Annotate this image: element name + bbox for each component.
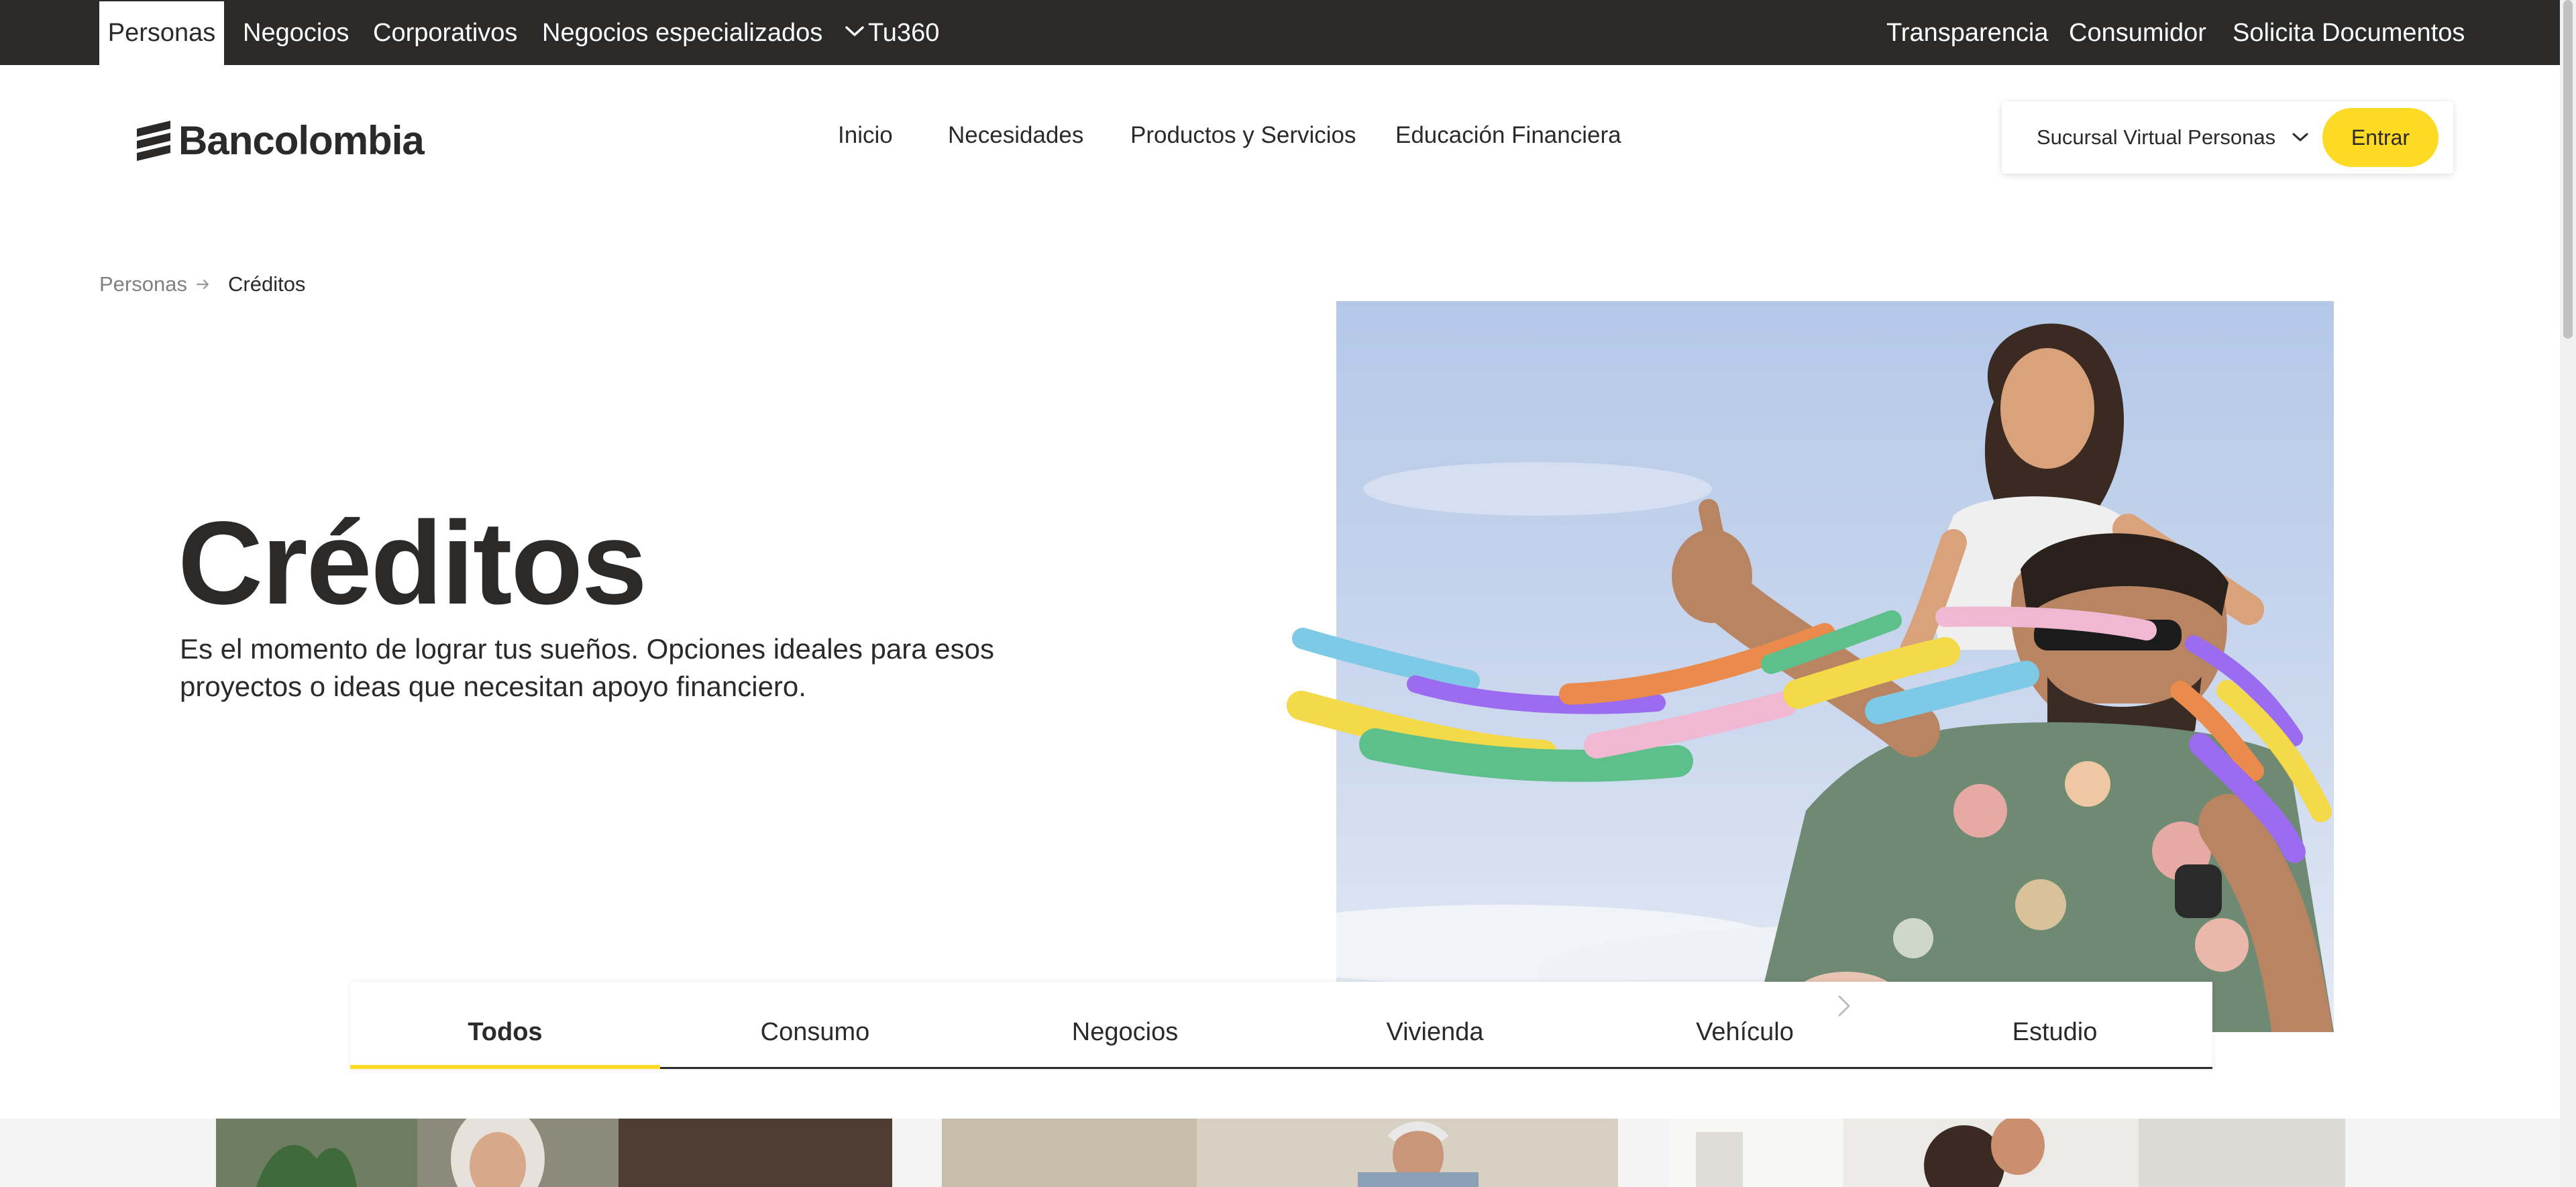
- tab-todos[interactable]: Todos: [350, 982, 660, 1069]
- breadcrumb-personas[interactable]: Personas: [99, 272, 187, 296]
- tab-estudio[interactable]: Estudio: [1900, 982, 2210, 1069]
- bancolombia-logo[interactable]: Bancolombia: [134, 118, 425, 163]
- tab-vivienda[interactable]: Vivienda: [1280, 982, 1590, 1069]
- card-photo: [216, 1119, 892, 1187]
- chevron-right-icon[interactable]: [1834, 994, 1854, 1018]
- topbar-tab-personas[interactable]: Personas: [99, 1, 224, 65]
- category-tabs: Todos Consumo Negocios Vivienda Vehículo…: [350, 982, 2212, 1069]
- arrow-right-icon: [196, 279, 209, 290]
- active-tab-indicator: [350, 1065, 660, 1069]
- tab-consumo[interactable]: Consumo: [660, 982, 970, 1069]
- topbar-tab-negocios[interactable]: Negocios: [243, 0, 349, 65]
- card-photo: [942, 1119, 1618, 1187]
- topbar-tab-negocios-especializados[interactable]: Negocios especializados: [542, 0, 866, 65]
- product-card-image[interactable]: [1669, 1119, 2345, 1187]
- page-title: Créditos: [178, 498, 647, 629]
- sucursal-virtual-dropdown[interactable]: Sucursal Virtual Personas: [2037, 125, 2310, 150]
- top-navigation-bar: Personas Negocios Corporativos Negocios …: [0, 0, 2560, 65]
- sucursal-virtual-label: Sucursal Virtual Personas: [2037, 125, 2276, 149]
- topbar-link-consumidor[interactable]: Consumidor: [2069, 0, 2206, 65]
- chevron-down-icon: [845, 26, 864, 36]
- sucursal-virtual-panel: Sucursal Virtual Personas Entrar: [2002, 101, 2453, 174]
- bancolombia-logo-icon: [137, 121, 170, 161]
- topbar-tab-label: Negocios especializados: [542, 19, 823, 47]
- product-card-image[interactable]: [216, 1119, 892, 1187]
- scrollbar-thumb[interactable]: [2563, 0, 2573, 339]
- tabs-underline: [660, 1067, 2212, 1069]
- topbar-link-transparencia[interactable]: Transparencia: [1886, 0, 2049, 65]
- card-photo: [1669, 1119, 2345, 1187]
- decorative-ribbons: [1287, 606, 2332, 863]
- topbar-tab-corporativos[interactable]: Corporativos: [373, 0, 517, 65]
- chevron-down-icon: [2292, 133, 2308, 142]
- nav-inicio[interactable]: Inicio: [838, 122, 893, 149]
- hero-description: Es el momento de lograr tus sueños. Opci…: [180, 633, 995, 702]
- nav-necesidades[interactable]: Necesidades: [948, 122, 1083, 149]
- topbar-tab-tu360[interactable]: Tu360: [868, 0, 939, 65]
- logo-text: Bancolombia: [178, 118, 425, 163]
- breadcrumb-creditos: Créditos: [228, 272, 306, 296]
- topbar-link-solicita-documentos[interactable]: Solicita Documentos: [2233, 0, 2465, 65]
- tab-negocios[interactable]: Negocios: [970, 982, 1280, 1069]
- product-card-image[interactable]: [942, 1119, 1618, 1187]
- nav-educacion-financiera[interactable]: Educación Financiera: [1395, 122, 1621, 149]
- nav-productos-y-servicios[interactable]: Productos y Servicios: [1130, 122, 1356, 149]
- entrar-button[interactable]: Entrar: [2322, 108, 2438, 167]
